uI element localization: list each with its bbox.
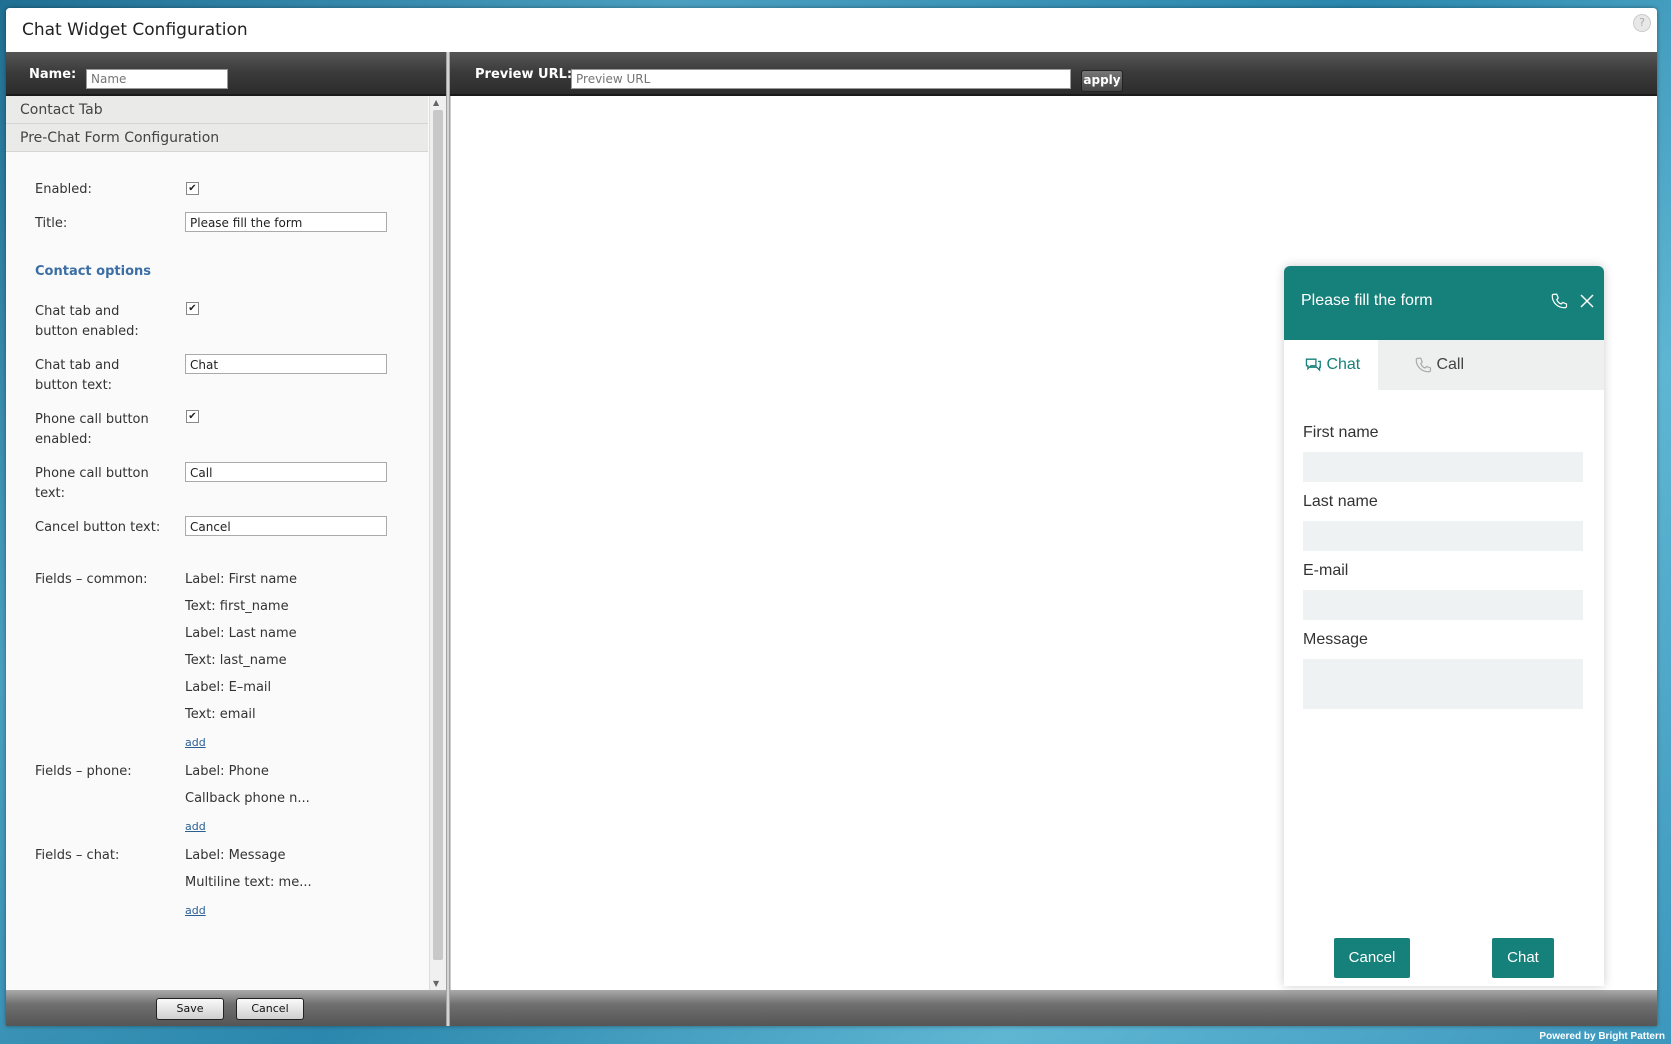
- chat-enabled-checkbox[interactable]: ✔: [186, 302, 199, 315]
- section-contact-tab[interactable]: Contact Tab: [6, 96, 428, 124]
- tab-chat[interactable]: Chat: [1284, 340, 1378, 390]
- add-phone-field-link[interactable]: add: [185, 820, 206, 833]
- chat-text-label: Chat tab and button text:: [35, 358, 120, 393]
- name-label: Name:: [29, 67, 77, 82]
- email-field[interactable]: [1303, 590, 1583, 620]
- field-item[interactable]: Callback phone n...: [185, 789, 310, 809]
- widget-tabs: Chat Call: [1284, 340, 1604, 390]
- field-item[interactable]: Multiline text: me...: [185, 873, 312, 893]
- chat-text-input[interactable]: Chat: [185, 354, 387, 374]
- title-bar: Chat Widget Configuration ?: [6, 8, 1657, 52]
- phone-enabled-label: Phone call button enabled:: [35, 412, 149, 447]
- phone-text-label: Phone call button text:: [35, 466, 149, 501]
- message-label: Message: [1303, 631, 1368, 648]
- last-name-label: Last name: [1303, 493, 1378, 510]
- enabled-label: Enabled:: [35, 182, 92, 197]
- message-field[interactable]: [1303, 659, 1583, 709]
- field-item[interactable]: Label: First name: [185, 570, 297, 590]
- scroll-up-icon[interactable]: ▲: [433, 98, 439, 107]
- tab-call[interactable]: Call: [1394, 340, 1464, 390]
- right-footer: [450, 990, 1657, 1026]
- field-item[interactable]: Text: first_name: [185, 597, 289, 617]
- title-input[interactable]: Please fill the form: [185, 212, 387, 232]
- add-common-field-link[interactable]: add: [185, 736, 206, 749]
- section-prechat-form[interactable]: Pre-Chat Form Configuration: [6, 124, 428, 152]
- widget-cancel-button[interactable]: Cancel: [1334, 938, 1410, 978]
- email-label: E-mail: [1303, 562, 1349, 579]
- tab-chat-label: Chat: [1326, 356, 1361, 373]
- help-icon[interactable]: ?: [1633, 14, 1651, 32]
- enabled-checkbox[interactable]: ✔: [186, 182, 199, 195]
- preview-url-label: Preview URL:: [475, 67, 573, 82]
- field-item[interactable]: Label: Last name: [185, 624, 297, 644]
- add-chat-field-link[interactable]: add: [185, 904, 206, 917]
- scroll-down-icon[interactable]: ▼: [433, 979, 439, 988]
- config-scrollbar[interactable]: ▲ ▼: [429, 96, 446, 990]
- save-button[interactable]: Save: [156, 998, 224, 1020]
- preview-toolbar: Preview URL: apply: [450, 52, 1657, 96]
- cancel-text-label: Cancel button text:: [35, 520, 161, 535]
- field-item[interactable]: Text: last_name: [185, 651, 287, 671]
- fields-phone-label: Fields – phone:: [35, 764, 132, 779]
- widget-title: Please fill the form: [1301, 292, 1433, 309]
- field-item[interactable]: Label: E–mail: [185, 678, 271, 698]
- fields-chat-label: Fields – chat:: [35, 848, 120, 863]
- config-pane: Contact Tab Pre-Chat Form Configuration …: [6, 96, 446, 990]
- last-name-field[interactable]: [1303, 521, 1583, 551]
- name-toolbar: Name:: [6, 52, 446, 96]
- field-item[interactable]: Label: Phone: [185, 762, 269, 782]
- name-input[interactable]: [86, 69, 228, 89]
- widget-chat-button[interactable]: Chat: [1492, 938, 1554, 978]
- powered-by-text: Powered by Bright Pattern: [1539, 1031, 1665, 1042]
- cancel-button[interactable]: Cancel: [236, 998, 304, 1020]
- chat-bubble-icon: [1304, 356, 1326, 373]
- chat-widget-preview: Please fill the form Chat Call First nam…: [1284, 266, 1604, 986]
- cancel-text-input[interactable]: Cancel: [185, 516, 387, 536]
- first-name-label: First name: [1303, 424, 1379, 441]
- contact-options-heading: Contact options: [35, 264, 151, 279]
- phone-enabled-checkbox[interactable]: ✔: [186, 410, 199, 423]
- fields-common-label: Fields – common:: [35, 572, 148, 587]
- phone-text-input[interactable]: Call: [185, 462, 387, 482]
- title-label: Title:: [35, 216, 68, 231]
- window-title: Chat Widget Configuration: [22, 20, 248, 40]
- apply-button[interactable]: apply: [1081, 70, 1123, 92]
- preview-url-input[interactable]: [571, 69, 1071, 89]
- tab-call-label: Call: [1436, 356, 1465, 373]
- chat-enabled-label: Chat tab and button enabled:: [35, 304, 139, 339]
- field-item[interactable]: Text: email: [185, 705, 256, 725]
- widget-header: Please fill the form: [1284, 266, 1604, 340]
- call-icon: [1414, 356, 1436, 373]
- scrollbar-thumb[interactable]: [433, 110, 443, 960]
- close-icon[interactable]: [1578, 292, 1596, 315]
- phone-icon[interactable]: [1550, 292, 1568, 315]
- field-item[interactable]: Label: Message: [185, 846, 286, 866]
- first-name-field[interactable]: [1303, 452, 1583, 482]
- left-footer: Save Cancel: [6, 990, 446, 1026]
- config-window: Chat Widget Configuration ? Name: Previe…: [6, 8, 1657, 1026]
